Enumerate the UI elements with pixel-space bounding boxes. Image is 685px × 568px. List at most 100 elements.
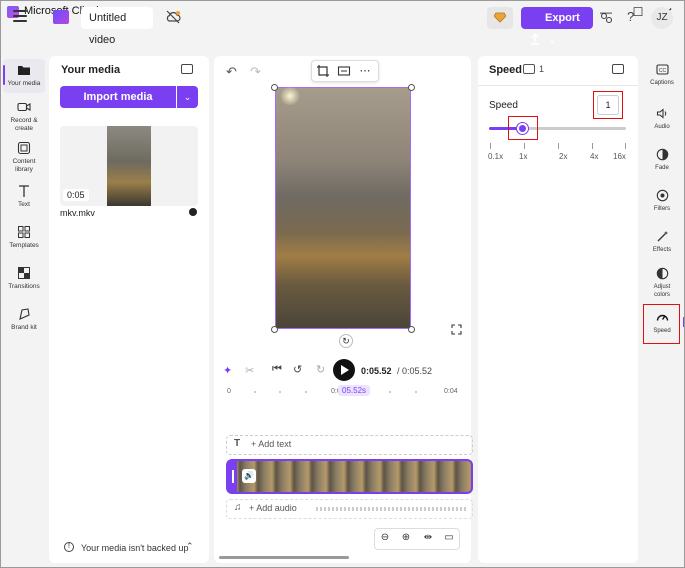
info-icon: !	[64, 542, 74, 552]
nav-label: Brand kit	[11, 324, 37, 331]
properties-label: Fade	[655, 165, 669, 171]
clip-filmstrip	[228, 461, 471, 492]
hamburger-menu-icon[interactable]	[13, 10, 27, 22]
tick-label: 1x	[519, 152, 528, 161]
audio-waveform-placeholder	[316, 507, 466, 511]
resize-handle-top-right[interactable]	[408, 84, 415, 91]
text-icon: T	[234, 438, 241, 449]
chevron-down-icon: ⌄	[183, 92, 192, 102]
help-icon[interactable]: ?	[627, 9, 634, 24]
nav-label: Your media	[7, 80, 41, 87]
nav-item-templates[interactable]: Templates	[1, 225, 47, 250]
import-media-button[interactable]: Import media	[60, 86, 176, 108]
chevron-up-icon[interactable]: ⌃	[186, 541, 194, 552]
slider-tick	[625, 143, 626, 149]
resize-handle-bottom-left[interactable]	[271, 326, 278, 333]
resize-handle-top-left[interactable]	[271, 84, 278, 91]
export-button[interactable]: Export ⌄	[521, 7, 593, 45]
transitions-icon	[18, 267, 30, 279]
zoom-out-icon[interactable]: ⊖	[378, 532, 392, 543]
properties-label: Adjust colors	[653, 284, 671, 298]
share-people-icon[interactable]	[599, 11, 613, 25]
library-icon	[17, 141, 31, 155]
ruler-dot	[415, 391, 417, 393]
camera-icon	[17, 102, 31, 112]
media-thumbnail[interactable]: 0:05	[60, 126, 198, 206]
highlight-box	[508, 116, 538, 140]
avatar[interactable]: JZ	[651, 7, 673, 29]
rewind-5-icon[interactable]: ↺	[293, 363, 302, 376]
clip-count-icon	[523, 64, 535, 74]
timeline-view-icon[interactable]: ▭	[442, 532, 456, 543]
split-scissors-icon[interactable]: ✂	[245, 364, 254, 377]
playhead-time-tag[interactable]: 05.52s	[338, 385, 371, 396]
video-clip[interactable]: 🔊	[226, 459, 473, 494]
text-icon	[19, 185, 29, 197]
media-panel-title: Your media	[61, 64, 121, 76]
current-time: 0:05.52	[361, 366, 392, 376]
fit-icon[interactable]	[337, 64, 351, 78]
gem-icon	[493, 12, 507, 23]
properties-item-captions[interactable]: CC Captions	[642, 63, 682, 87]
divider	[478, 85, 638, 86]
nav-item-brand-kit[interactable]: Brand kit	[1, 307, 47, 332]
speed-panel	[478, 56, 638, 563]
more-options-icon[interactable]: ⋯	[358, 64, 372, 78]
clip-trim-handle[interactable]	[228, 461, 237, 492]
clip-count: 1	[539, 64, 545, 74]
import-dropdown-button[interactable]: ⌄	[177, 86, 198, 108]
fullscreen-icon[interactable]	[451, 324, 462, 335]
resize-handle-bottom-right[interactable]	[408, 326, 415, 333]
nav-label: Text	[18, 201, 30, 208]
nav-item-text[interactable]: Text	[1, 184, 47, 209]
tick-label: 2x	[559, 152, 568, 161]
timeline-scrollbar[interactable]	[219, 556, 349, 559]
speaker-icon	[656, 108, 666, 119]
ai-sparkle-icon[interactable]: ✦	[223, 364, 232, 377]
speed-label: Speed	[489, 100, 518, 111]
undo-icon[interactable]: ↶	[226, 64, 237, 80]
export-label: Export	[545, 12, 580, 24]
clip-audio-icon[interactable]: 🔊	[242, 469, 256, 483]
nav-item-transitions[interactable]: Transitions	[1, 266, 47, 291]
nav-item-record-create[interactable]: Record & create	[1, 100, 47, 133]
video-preview[interactable]	[275, 87, 411, 329]
properties-item-fade[interactable]: Fade	[642, 148, 682, 172]
properties-item-effects[interactable]: Effects	[642, 230, 682, 254]
nav-label: Content library	[12, 158, 36, 173]
zoom-in-icon[interactable]: ⊕	[399, 532, 413, 543]
collapse-panel-icon[interactable]	[612, 64, 624, 74]
project-title-input[interactable]: Untitled video	[81, 7, 153, 46]
captions-icon: CC	[655, 64, 669, 75]
slider-tick	[490, 143, 491, 149]
brand-kit-icon	[19, 308, 30, 320]
nav-label: Templates	[9, 242, 39, 249]
nav-item-content-library[interactable]: Content library	[1, 141, 47, 174]
properties-item-adjust-colors[interactable]: Adjust colors	[642, 267, 682, 299]
nav-item-your-media[interactable]: Your media	[1, 63, 47, 88]
filters-icon	[656, 189, 668, 202]
skip-to-start-icon[interactable]: ⏮	[272, 363, 282, 376]
music-note-icon: ♫	[234, 502, 242, 513]
backup-status-text: Your media isn't backed up	[81, 543, 189, 553]
collapse-panel-icon[interactable]	[181, 64, 193, 74]
rotate-icon[interactable]: ↻	[339, 334, 353, 348]
crop-icon[interactable]	[316, 64, 330, 78]
ruler-label: 0:04	[444, 388, 458, 395]
play-icon	[341, 365, 349, 375]
cloud-sync-icon[interactable]	[165, 10, 181, 24]
checkmark-icon	[189, 208, 197, 216]
properties-item-audio[interactable]: Audio	[642, 107, 682, 131]
highlight-box	[593, 91, 623, 119]
highlight-box	[643, 304, 680, 344]
premium-button[interactable]	[487, 7, 513, 29]
redo-icon[interactable]: ↷	[250, 64, 261, 80]
forward-5-icon[interactable]: ↻	[316, 363, 325, 376]
svg-text:CC: CC	[658, 68, 666, 74]
add-text-label: + Add text	[251, 439, 292, 449]
video-thumbnail-image	[107, 126, 151, 206]
fit-timeline-icon[interactable]: ⇹	[421, 532, 435, 543]
media-file-name: mkv.mkv	[60, 208, 95, 218]
speed-panel-title: Speed	[489, 64, 523, 76]
properties-item-filters[interactable]: Filters	[642, 189, 682, 213]
